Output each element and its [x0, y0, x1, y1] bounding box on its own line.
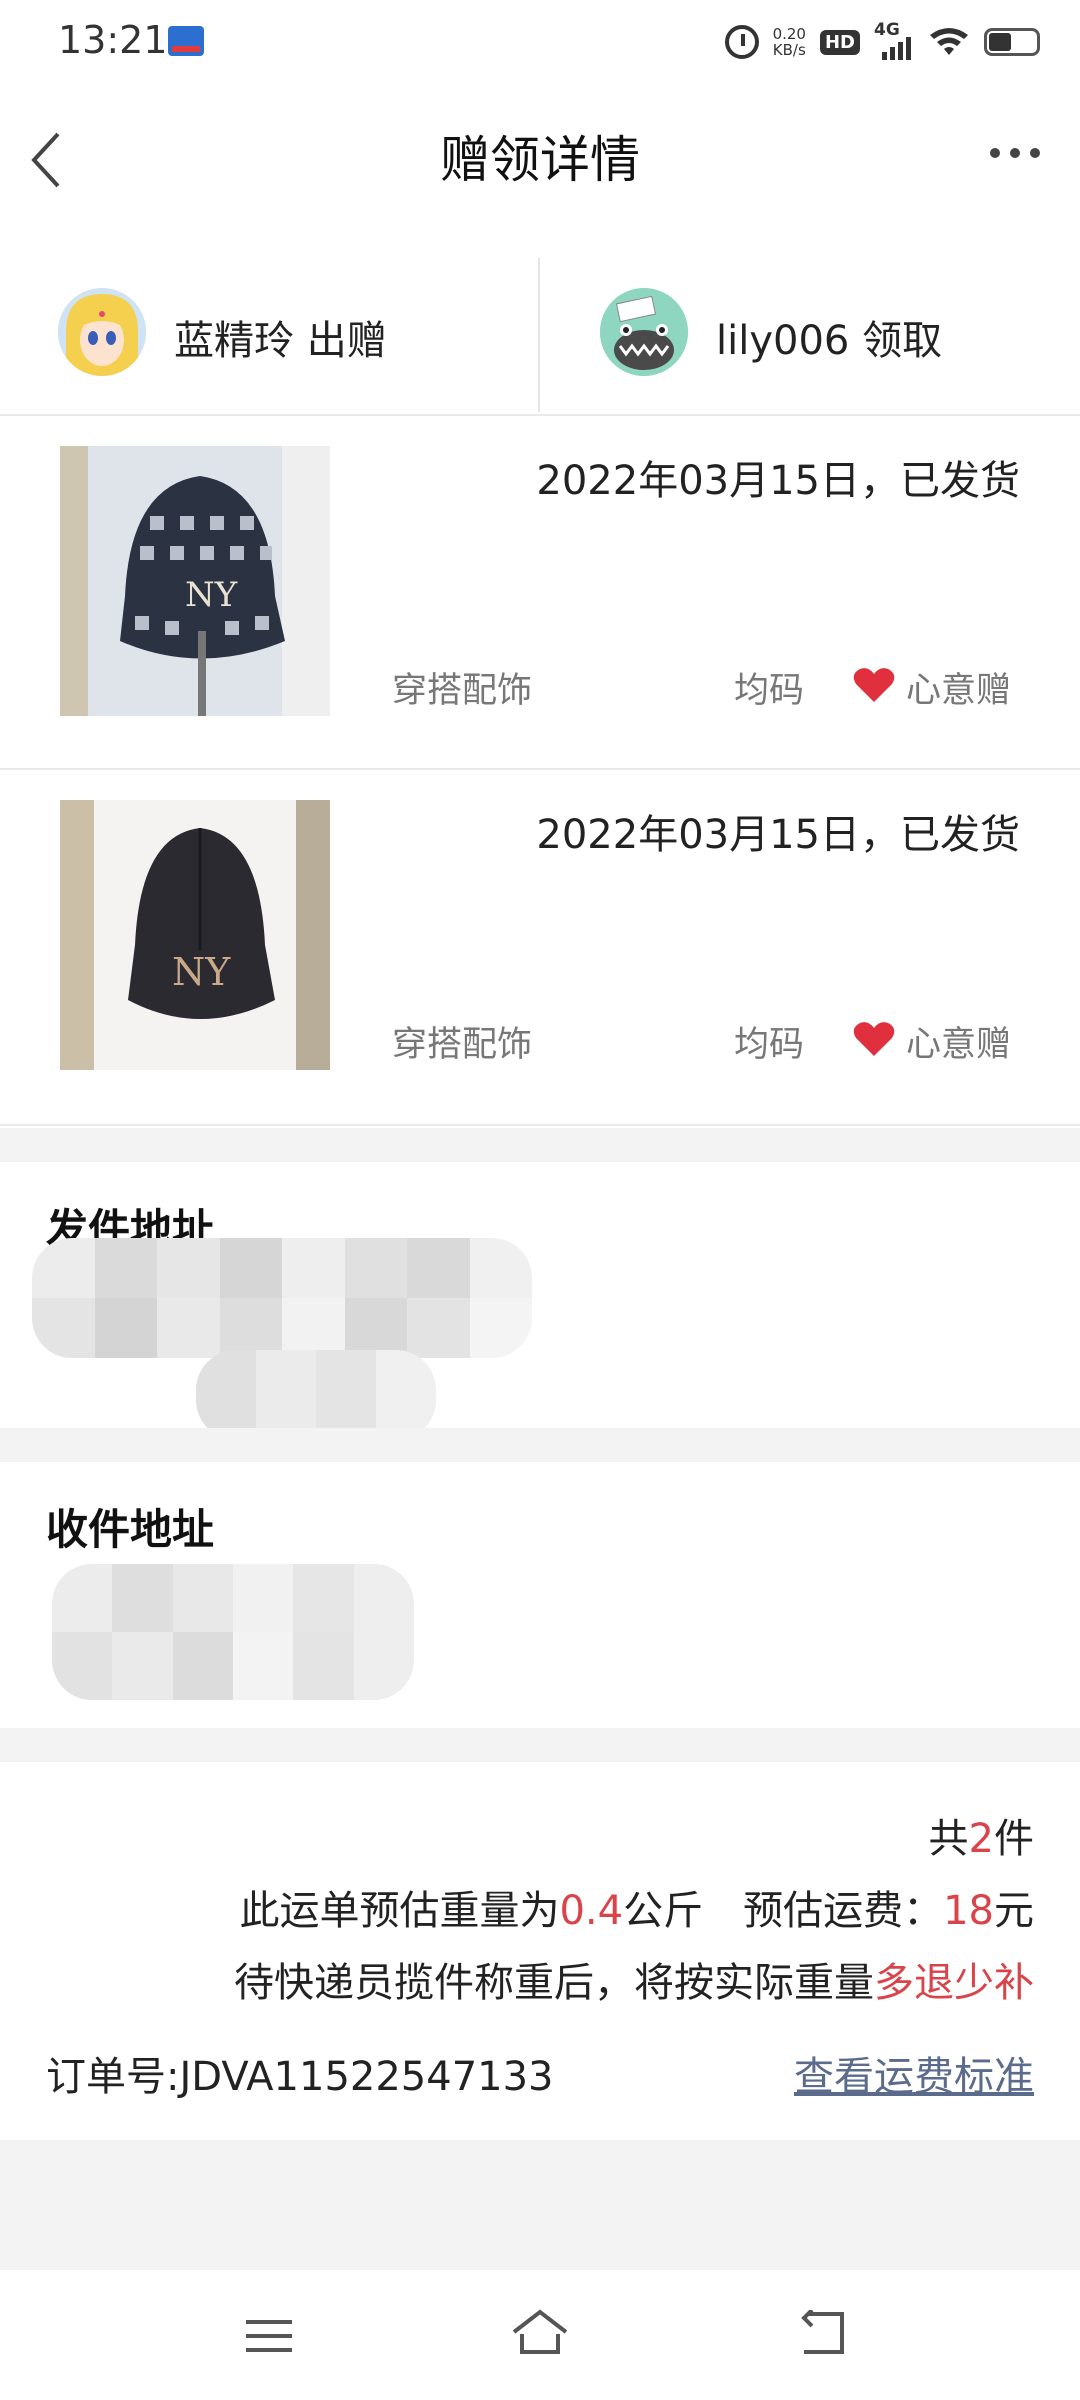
signal-icon: 4G [874, 20, 914, 62]
item-category: 穿搭配饰 [392, 671, 533, 711]
order-number: 订单号:JDVA11522547133 [46, 2044, 554, 2102]
fee-standard-link[interactable]: 查看运费标准 [794, 2044, 1034, 2102]
bottom-gap [0, 2140, 1080, 2270]
alarm-icon [724, 25, 759, 59]
wifi-icon [930, 28, 968, 55]
item-size: 均码 [734, 671, 805, 711]
weight-prefix: 此运单预估重量为 [239, 1888, 560, 1934]
sender-address-redacted [32, 1238, 532, 1358]
weight-value: 0.4 [559, 1888, 624, 1934]
section-gap [0, 1128, 1080, 1162]
order-label: 订单号: [46, 2054, 180, 2100]
order-value: JDVA11522547133 [179, 2054, 554, 2100]
users-divider [538, 258, 540, 412]
sender-address-redacted [196, 1350, 436, 1440]
count-suffix: 件 [994, 1816, 1034, 1862]
status-indicators: 0.20 KB/s HD 4G [724, 20, 1040, 64]
menu-icon[interactable] [244, 2316, 294, 2356]
giver-avatar[interactable] [58, 288, 146, 376]
item-photo[interactable]: NY [60, 446, 330, 716]
svg-text:NY: NY [185, 575, 238, 615]
item-tag: 心意赠 [906, 671, 1012, 711]
home-icon[interactable] [510, 2308, 570, 2358]
receiver-label: lily006 领取 [716, 318, 943, 364]
fee-unit: 元 [994, 1888, 1034, 1934]
network-speed-unit: KB/s [772, 41, 806, 59]
item-photo[interactable]: NY [60, 800, 330, 1070]
item-tag: 心意赠 [906, 1025, 1012, 1065]
hd-badge: HD [819, 29, 860, 55]
network-speed: 0.20 KB/s [773, 26, 806, 58]
more-options-icon[interactable] [990, 148, 1040, 158]
weight-fee-line: 此运单预估重量为0.4公斤 预估运费：18元 [239, 1878, 1034, 1936]
count-value: 2 [968, 1816, 994, 1862]
item-date-status: 2022年03月15日，已发货 [536, 812, 1020, 858]
nav-back-icon[interactable] [798, 2310, 848, 2356]
receiver-address-redacted [52, 1564, 414, 1700]
receiver-address-title: 收件地址 [46, 1505, 215, 1554]
heart-icon [853, 1022, 895, 1056]
item-category: 穿搭配饰 [392, 1025, 533, 1065]
weight-note: 待快递员揽件称重后，将按实际重量多退少补 [234, 1950, 1034, 2008]
status-time: 13:21 [58, 18, 168, 62]
page-title: 赠领详情 [440, 131, 640, 189]
item-date-status: 2022年03月15日，已发货 [536, 458, 1020, 504]
fee-value: 18 [943, 1888, 994, 1934]
section-gap [0, 1428, 1080, 1462]
count-prefix: 共 [928, 1816, 969, 1862]
item-count: 共2件 [929, 1806, 1034, 1864]
app-notification-icon [168, 26, 204, 56]
receiver-avatar[interactable] [600, 288, 688, 376]
giver-label: 蓝精玲 出赠 [174, 318, 387, 364]
network-speed-value: 0.20 [772, 25, 806, 43]
weight-unit: 公斤 [623, 1888, 704, 1934]
item-size: 均码 [734, 1025, 805, 1065]
battery-icon [984, 28, 1040, 56]
heart-icon [853, 668, 895, 702]
note-prefix: 待快递员揽件称重后，将按实际重量 [234, 1960, 874, 2006]
note-accent: 多退少补 [874, 1960, 1034, 2006]
svg-text:NY: NY [172, 950, 231, 994]
fee-label: 预估运费： [743, 1888, 944, 1934]
section-gap [0, 1728, 1080, 1762]
